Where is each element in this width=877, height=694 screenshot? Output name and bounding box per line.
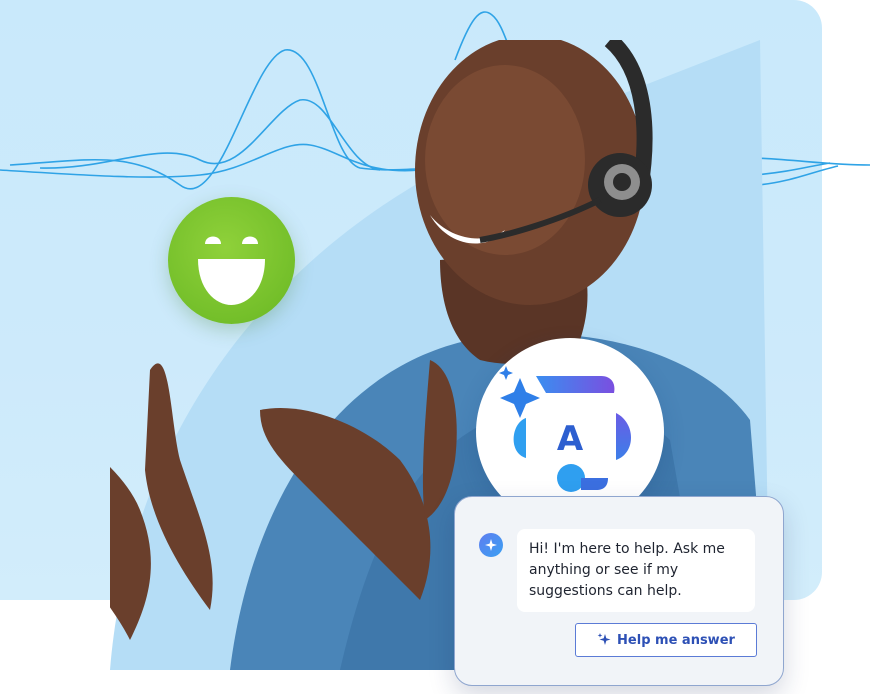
chat-message: Hi! I'm here to help. Ask me anything or…: [517, 529, 755, 612]
help-me-answer-label: Help me answer: [617, 632, 735, 648]
smiley-face-icon: [168, 197, 295, 324]
sparkle-icon: [597, 633, 611, 647]
chat-panel: Hi! I'm here to help. Ask me anything or…: [454, 496, 784, 686]
sparkle-icon: [479, 533, 503, 557]
svg-text:A: A: [557, 419, 584, 459]
help-me-answer-button[interactable]: Help me answer: [575, 623, 757, 657]
